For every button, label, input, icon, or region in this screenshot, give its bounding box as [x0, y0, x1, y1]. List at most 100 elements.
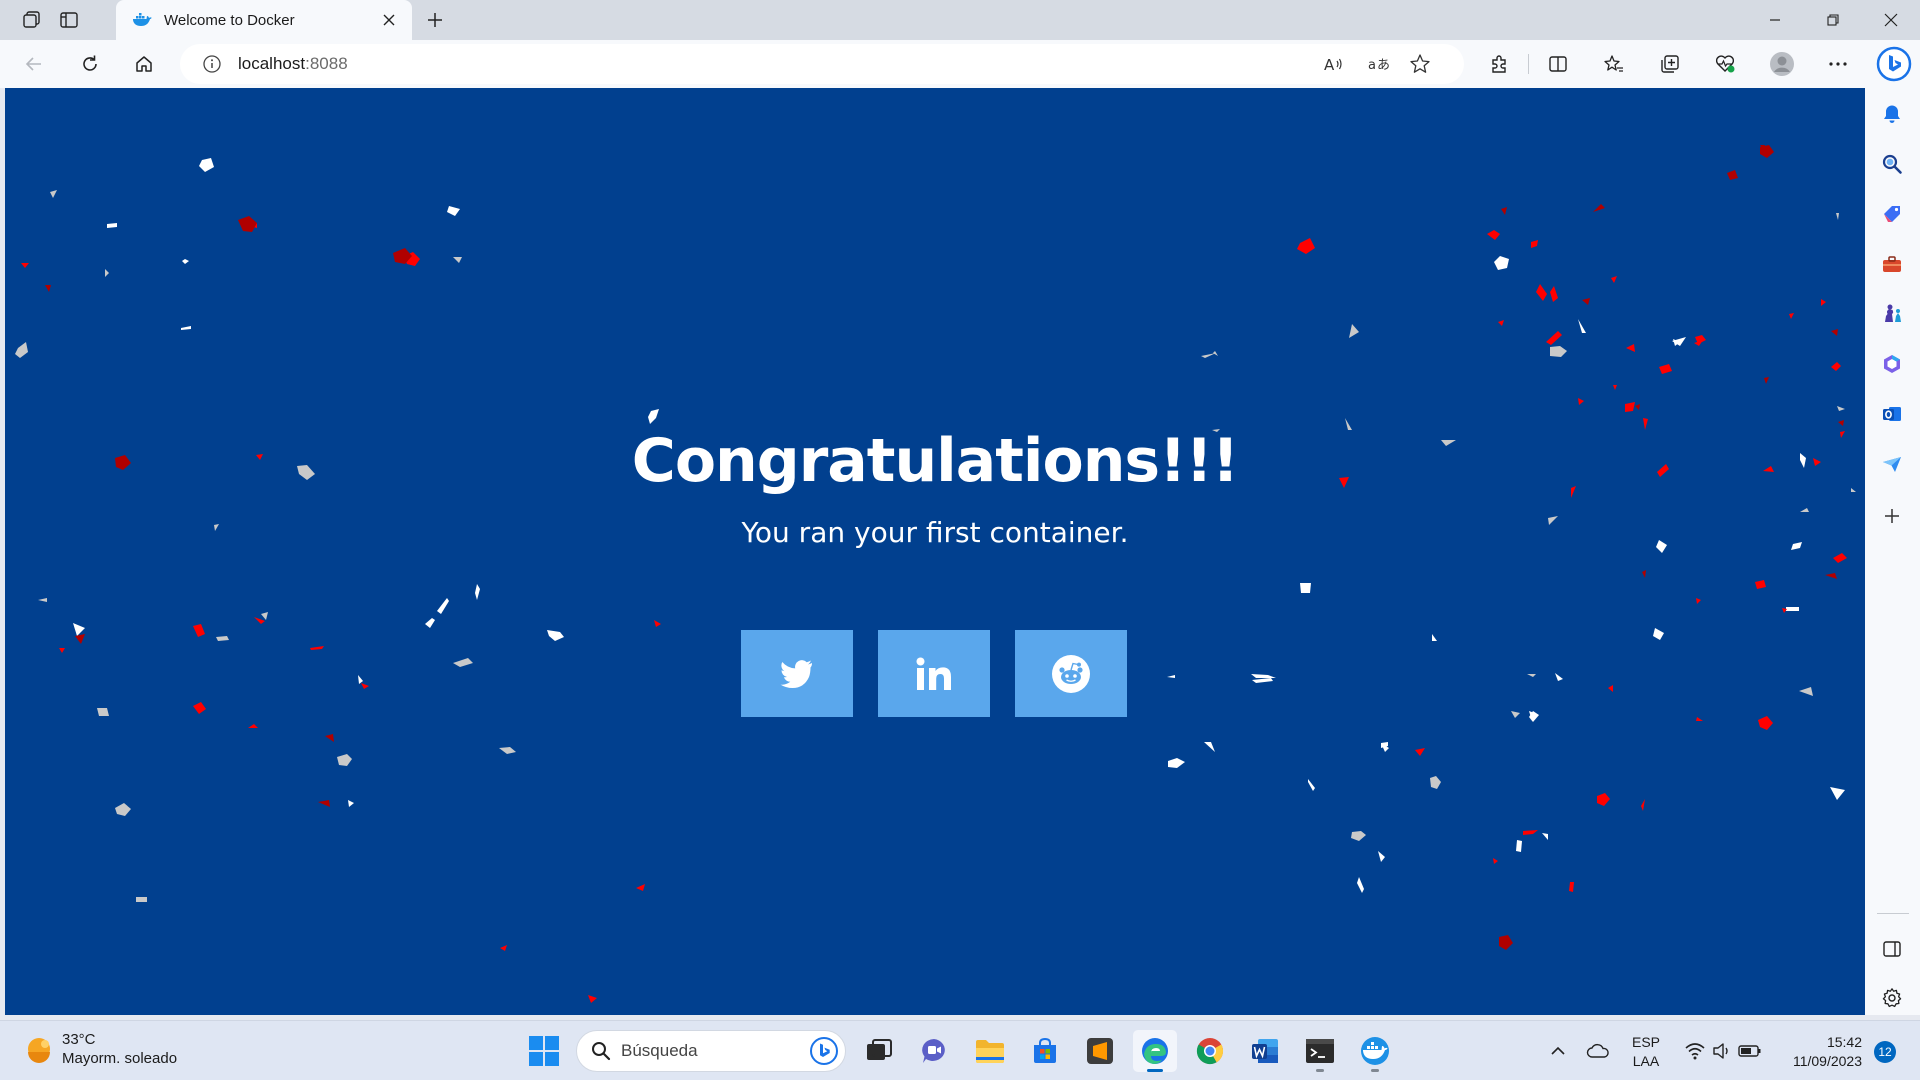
edge-sidebar [1865, 88, 1920, 1015]
search-icon [1882, 154, 1902, 174]
split-screen-icon [1549, 56, 1567, 72]
minimize-icon [1770, 19, 1780, 21]
quick-settings-button[interactable] [1678, 1030, 1768, 1072]
home-icon [136, 56, 152, 72]
task-view-icon [867, 1039, 892, 1060]
sidebar-add-button[interactable] [1874, 498, 1910, 534]
search-placeholder: Búsqueda [621, 1041, 698, 1060]
more-icon [1829, 62, 1847, 66]
taskbar-microsoft-store[interactable] [1023, 1030, 1067, 1072]
sidebar-outlook-button[interactable] [1874, 396, 1910, 432]
tab-title: Welcome to Docker [164, 11, 295, 29]
weather-widget[interactable]: 33°C Mayorm. soleado [24, 1030, 177, 1068]
taskbar-teams-chat[interactable] [912, 1030, 956, 1072]
svg-text:a: a [1368, 58, 1376, 73]
sidebar-hide-button[interactable] [1874, 931, 1910, 967]
avatar [1770, 52, 1794, 76]
back-button[interactable] [16, 48, 52, 80]
terminal-icon [1306, 1039, 1334, 1063]
notification-badge[interactable]: 12 [1874, 1041, 1896, 1063]
shopping-tag-icon [1884, 206, 1900, 222]
puzzle-icon [1492, 55, 1506, 73]
split-screen-icon [1883, 941, 1901, 957]
twitter-share-button[interactable] [741, 630, 853, 717]
url-text: localhost:8088 [238, 54, 348, 73]
taskbar-clock[interactable]: 15:42 11/09/2023 [1778, 1033, 1862, 1071]
vertical-tabs-icon [60, 12, 78, 28]
translate-icon[interactable]: aあ [1360, 48, 1396, 80]
taskbar-sublime-text[interactable] [1078, 1030, 1122, 1072]
profile-button[interactable] [1764, 48, 1800, 80]
taskbar-search[interactable]: Búsqueda [576, 1030, 846, 1072]
workspaces-button[interactable] [15, 6, 49, 34]
read-aloud-icon[interactable]: A [1316, 48, 1352, 80]
workspaces-icon [23, 11, 40, 28]
clock-date: 11/09/2023 [1792, 1053, 1862, 1069]
refresh-button[interactable] [72, 48, 108, 80]
heart-pulse-icon [1715, 55, 1735, 73]
browser-essentials-button[interactable] [1707, 48, 1743, 80]
taskbar-task-view[interactable] [857, 1030, 901, 1072]
onedrive-tray-button[interactable] [1582, 1030, 1614, 1072]
edge-icon [1142, 1038, 1168, 1064]
sidebar-notifications-button[interactable] [1874, 96, 1910, 132]
favorite-star-icon[interactable] [1402, 48, 1438, 80]
taskbar-microsoft-edge[interactable] [1133, 1030, 1177, 1072]
svg-text:A: A [1324, 56, 1335, 74]
tab-actions-button[interactable] [52, 6, 86, 34]
extensions-button[interactable] [1481, 48, 1517, 80]
sidebar-microsoft365-button[interactable] [1874, 346, 1910, 382]
sidebar-games-button[interactable] [1874, 296, 1910, 332]
settings-more-button[interactable] [1820, 48, 1856, 80]
browser-toolbar: localhost:8088 A aあ [0, 40, 1920, 88]
add-icon [1885, 509, 1899, 523]
sidebar-drop-button[interactable] [1874, 446, 1910, 482]
bing-icon [1876, 46, 1912, 82]
bing-copilot-button[interactable] [1874, 44, 1914, 84]
refresh-icon [83, 55, 97, 71]
clock-time: 15:42 [1826, 1034, 1862, 1050]
sidebar-shopping-button[interactable] [1874, 196, 1910, 232]
sidebar-settings-button[interactable] [1874, 980, 1910, 1016]
close-window-button[interactable] [1863, 0, 1919, 40]
weather-temperature: 33°C [62, 1031, 96, 1048]
twitter-icon [780, 659, 812, 688]
tools-icon [1883, 256, 1901, 272]
close-icon [1884, 13, 1898, 27]
tab-strip: Welcome to Docker [0, 0, 1920, 40]
home-button[interactable] [126, 48, 162, 80]
address-bar[interactable]: localhost:8088 A aあ [180, 44, 1464, 84]
favorites-button[interactable] [1596, 48, 1632, 80]
games-icon [1885, 304, 1901, 322]
taskbar-terminal[interactable] [1298, 1030, 1342, 1072]
sidebar-tools-button[interactable] [1874, 246, 1910, 282]
linkedin-share-button[interactable] [878, 630, 990, 717]
input-language-indicator[interactable]: ESP LAA [1628, 1033, 1664, 1071]
split-screen-button[interactable] [1540, 48, 1576, 80]
site-info-icon[interactable] [202, 54, 222, 74]
start-button[interactable] [528, 1035, 560, 1067]
restore-icon [1827, 14, 1839, 26]
collections-button[interactable] [1652, 48, 1688, 80]
welcome-hero: Congratulations!!! You ran your first co… [5, 88, 1865, 1015]
minimize-button[interactable] [1747, 0, 1803, 40]
docker-icon [1361, 1037, 1389, 1065]
page-subtitle: You ran your first container. [741, 516, 1129, 549]
taskbar-file-explorer[interactable] [968, 1030, 1012, 1072]
taskbar-google-chrome[interactable] [1188, 1030, 1232, 1072]
chrome-icon [1196, 1038, 1224, 1065]
close-tab-icon[interactable] [378, 9, 400, 31]
battery-icon [1738, 1045, 1761, 1057]
outlook-icon [1883, 407, 1901, 421]
page-title: Congratulations!!! [631, 426, 1239, 496]
tab-welcome-to-docker[interactable]: Welcome to Docker [116, 0, 412, 40]
sidebar-search-button[interactable] [1874, 146, 1910, 182]
reddit-share-button[interactable] [1015, 630, 1127, 717]
taskbar-microsoft-word[interactable] [1243, 1030, 1287, 1072]
new-tab-button[interactable] [420, 6, 450, 34]
restore-button[interactable] [1805, 0, 1861, 40]
plus-icon [428, 13, 442, 27]
page-viewport: Congratulations!!! You ran your first co… [5, 88, 1865, 1015]
taskbar-docker-desktop[interactable] [1353, 1030, 1397, 1072]
show-hidden-icons-button[interactable] [1544, 1030, 1572, 1072]
